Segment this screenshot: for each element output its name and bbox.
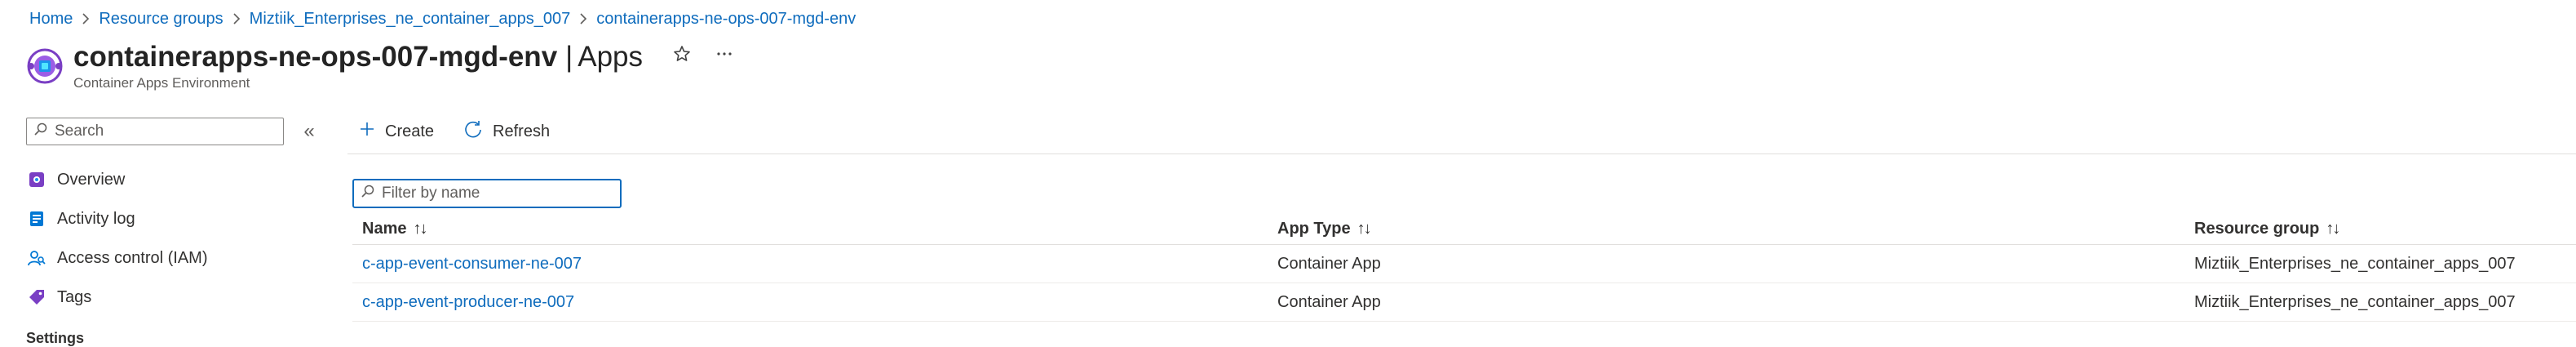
app-name-link[interactable]: c-app-event-producer-ne-007 (362, 293, 574, 312)
create-label: Create (385, 122, 435, 140)
breadcrumb: Home Resource groups Miztiik_Enterprises… (29, 8, 856, 29)
sidebar-section-settings: Settings (26, 330, 85, 346)
pane-title: Apps (578, 41, 644, 73)
sidebar-search-input[interactable]: Search (26, 118, 284, 145)
breadcrumb-resource-group[interactable]: Miztiik_Enterprises_ne_container_apps_00… (250, 10, 571, 29)
sidebar-item-label: Access control (IAM) (57, 248, 208, 267)
breadcrumb-home[interactable]: Home (29, 10, 73, 29)
table-header: Name ↑↓ App Type ↑↓ Resource group ↑↓ (352, 214, 2576, 245)
sidebar-item-label: Tags (57, 287, 92, 306)
page-title: containerapps-ne-ops-007-mgd-env | Apps (73, 39, 643, 75)
chevron-right-icon (81, 12, 91, 25)
resource-group-cell: Miztiik_Enterprises_ne_container_apps_00… (2194, 292, 2516, 311)
iam-icon (28, 249, 46, 267)
sidebar-item-access-control[interactable]: Access control (IAM) (26, 238, 320, 278)
resource-name: containerapps-ne-ops-007-mgd-env (73, 41, 558, 73)
plus-icon (359, 121, 375, 142)
sort-icon[interactable]: ↑↓ (413, 220, 427, 238)
toolbar-divider (347, 153, 2576, 154)
page-header: containerapps-ne-ops-007-mgd-env | Apps … (24, 39, 734, 91)
app-type-cell: Container App (1277, 254, 1381, 273)
activity-log-icon (28, 210, 46, 228)
refresh-button[interactable]: Refresh (463, 119, 550, 144)
title-separator: | (565, 41, 573, 73)
collapse-sidebar-button[interactable]: « (299, 119, 320, 144)
search-placeholder: Search (55, 122, 104, 140)
chevron-right-icon (232, 12, 241, 25)
search-icon (33, 122, 48, 141)
sidebar-item-tags[interactable]: Tags (26, 278, 320, 317)
double-chevron-left-icon: « (303, 120, 315, 142)
sidebar-nav: Overview Activity log Access control (IA… (26, 160, 320, 317)
search-icon (361, 184, 375, 203)
sidebar-item-label: Overview (57, 170, 126, 189)
app-type-cell: Container App (1277, 292, 1381, 311)
sidebar-item-activity-log[interactable]: Activity log (26, 199, 320, 238)
column-header-name[interactable]: Name ↑↓ (362, 220, 427, 238)
sidebar-item-label: Activity log (57, 209, 135, 228)
column-header-app-type[interactable]: App Type ↑↓ (1277, 220, 1372, 238)
app-name-link[interactable]: c-app-event-consumer-ne-007 (362, 255, 582, 274)
create-button[interactable]: Create (359, 121, 434, 142)
ellipsis-icon[interactable] (715, 44, 734, 69)
star-icon[interactable] (672, 44, 692, 69)
chevron-right-icon (578, 12, 588, 25)
column-header-resource-group[interactable]: Resource group ↑↓ (2194, 220, 2340, 238)
resource-group-cell: Miztiik_Enterprises_ne_container_apps_00… (2194, 254, 2516, 273)
refresh-label: Refresh (493, 122, 551, 140)
refresh-icon (463, 119, 483, 144)
container-apps-environment-icon (24, 46, 65, 87)
table-row: c-app-event-consumer-ne-007 Container Ap… (352, 245, 2576, 283)
sort-icon[interactable]: ↑↓ (1357, 220, 1372, 238)
overview-icon (28, 171, 46, 189)
table-row: c-app-event-producer-ne-007 Container Ap… (352, 283, 2576, 322)
breadcrumb-resource-groups[interactable]: Resource groups (99, 10, 223, 29)
apps-table: Name ↑↓ App Type ↑↓ Resource group ↑↓ c-app… (352, 214, 2576, 322)
breadcrumb-environment[interactable]: containerapps-ne-ops-007-mgd-env (596, 10, 856, 29)
command-bar: Create Refresh (359, 118, 550, 145)
sidebar-item-overview[interactable]: Overview (26, 160, 320, 199)
filter-by-name-input[interactable]: Filter by name (352, 179, 622, 208)
filter-placeholder: Filter by name (382, 185, 480, 202)
sort-icon[interactable]: ↑↓ (2326, 220, 2340, 238)
tag-icon (28, 288, 46, 306)
resource-type: Container Apps Environment (73, 75, 250, 91)
